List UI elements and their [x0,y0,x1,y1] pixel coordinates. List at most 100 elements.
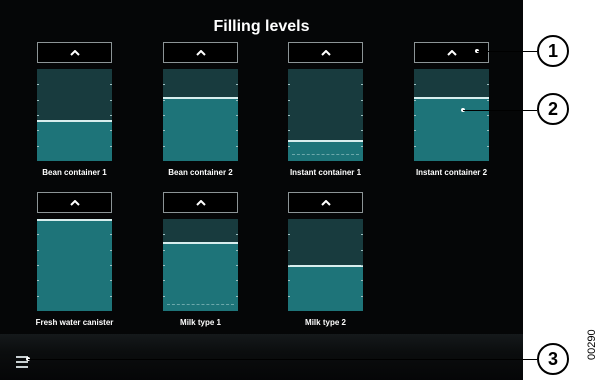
scale-tick [37,130,39,131]
scale-tick [110,250,112,251]
scale-tick [163,265,165,266]
scale-tick [288,115,290,116]
scale-tick [236,100,238,101]
fill-level [163,97,238,161]
scale-tick [414,130,416,131]
scale-tick [288,265,290,266]
fill-level [37,120,112,161]
chevron-up-icon [195,49,206,56]
scale-tick [361,115,363,116]
level-indicator[interactable] [288,69,363,161]
scale-tick [487,115,489,116]
scale-tick [288,84,290,85]
scale-tick [37,100,39,101]
scale-tick [414,115,416,116]
scale-tick [37,265,39,266]
scale-tick [110,100,112,101]
scale-tick [414,146,416,147]
level-indicator[interactable] [288,219,363,311]
up-button[interactable] [37,192,112,213]
scale-tick [236,115,238,116]
scale-tick [163,234,165,235]
chevron-up-icon [195,199,206,206]
figure-number: 00290 [586,329,598,360]
chevron-up-icon [320,199,331,206]
scale-tick [361,296,363,297]
up-button[interactable] [288,42,363,63]
scale-tick [414,84,416,85]
scale-tick [110,296,112,297]
scale-tick [236,146,238,147]
scale-tick [37,146,39,147]
level-indicator[interactable] [414,69,489,161]
minimum-level-line [292,154,359,155]
fill-level [288,265,363,311]
scale-tick [236,265,238,266]
scale-tick [361,250,363,251]
scale-tick [288,250,290,251]
scale-tick [236,84,238,85]
scale-tick [110,146,112,147]
fill-level [414,97,489,161]
page-title: Filling levels [213,18,310,35]
chevron-up-icon [69,49,80,56]
scale-tick [110,265,112,266]
up-button[interactable] [37,42,112,63]
scale-tick [361,84,363,85]
scale-tick [288,130,290,131]
scale-tick [414,100,416,101]
up-button[interactable] [163,192,238,213]
fill-level [37,219,112,311]
container-label: Bean container 2 [168,168,233,177]
level-indicator[interactable] [37,69,112,161]
up-button[interactable] [288,192,363,213]
scale-tick [110,130,112,131]
scale-tick [361,130,363,131]
scale-tick [361,234,363,235]
callout-line-1 [477,51,537,52]
fill-level [163,242,238,311]
display-screen: Filling levels Bean container 1 Bean con… [0,0,523,380]
callout-1: 1 [537,35,569,67]
scale-tick [288,280,290,281]
callout-2: 2 [537,93,569,125]
scale-tick [110,280,112,281]
scale-tick [361,265,363,266]
level-indicator[interactable] [37,219,112,311]
level-indicator[interactable] [163,69,238,161]
scale-tick [37,234,39,235]
fill-level [288,140,363,161]
container-label: Bean container 1 [42,168,107,177]
scale-tick [37,250,39,251]
scale-tick [163,250,165,251]
scale-tick [110,234,112,235]
scale-tick [236,130,238,131]
scale-tick [487,84,489,85]
level-indicator[interactable] [163,219,238,311]
up-button[interactable] [163,42,238,63]
scale-tick [163,146,165,147]
scale-tick [487,130,489,131]
container-label: Instant container 1 [289,168,362,177]
scale-tick [163,296,165,297]
chevron-up-icon [69,199,80,206]
callout-line-3 [28,359,537,360]
scale-tick [361,146,363,147]
scale-tick [37,84,39,85]
scale-tick [361,280,363,281]
container-label: Instant container 2 [415,168,488,177]
scale-tick [236,296,238,297]
scale-tick [163,84,165,85]
container-label: Milk type 2 [305,318,346,327]
scale-tick [361,100,363,101]
scale-tick [163,130,165,131]
scale-tick [236,234,238,235]
scale-tick [236,280,238,281]
scale-tick [487,146,489,147]
scale-tick [37,280,39,281]
minimum-level-line [167,304,234,305]
scale-tick [163,100,165,101]
scale-tick [487,100,489,101]
scale-tick [110,115,112,116]
scale-tick [288,296,290,297]
